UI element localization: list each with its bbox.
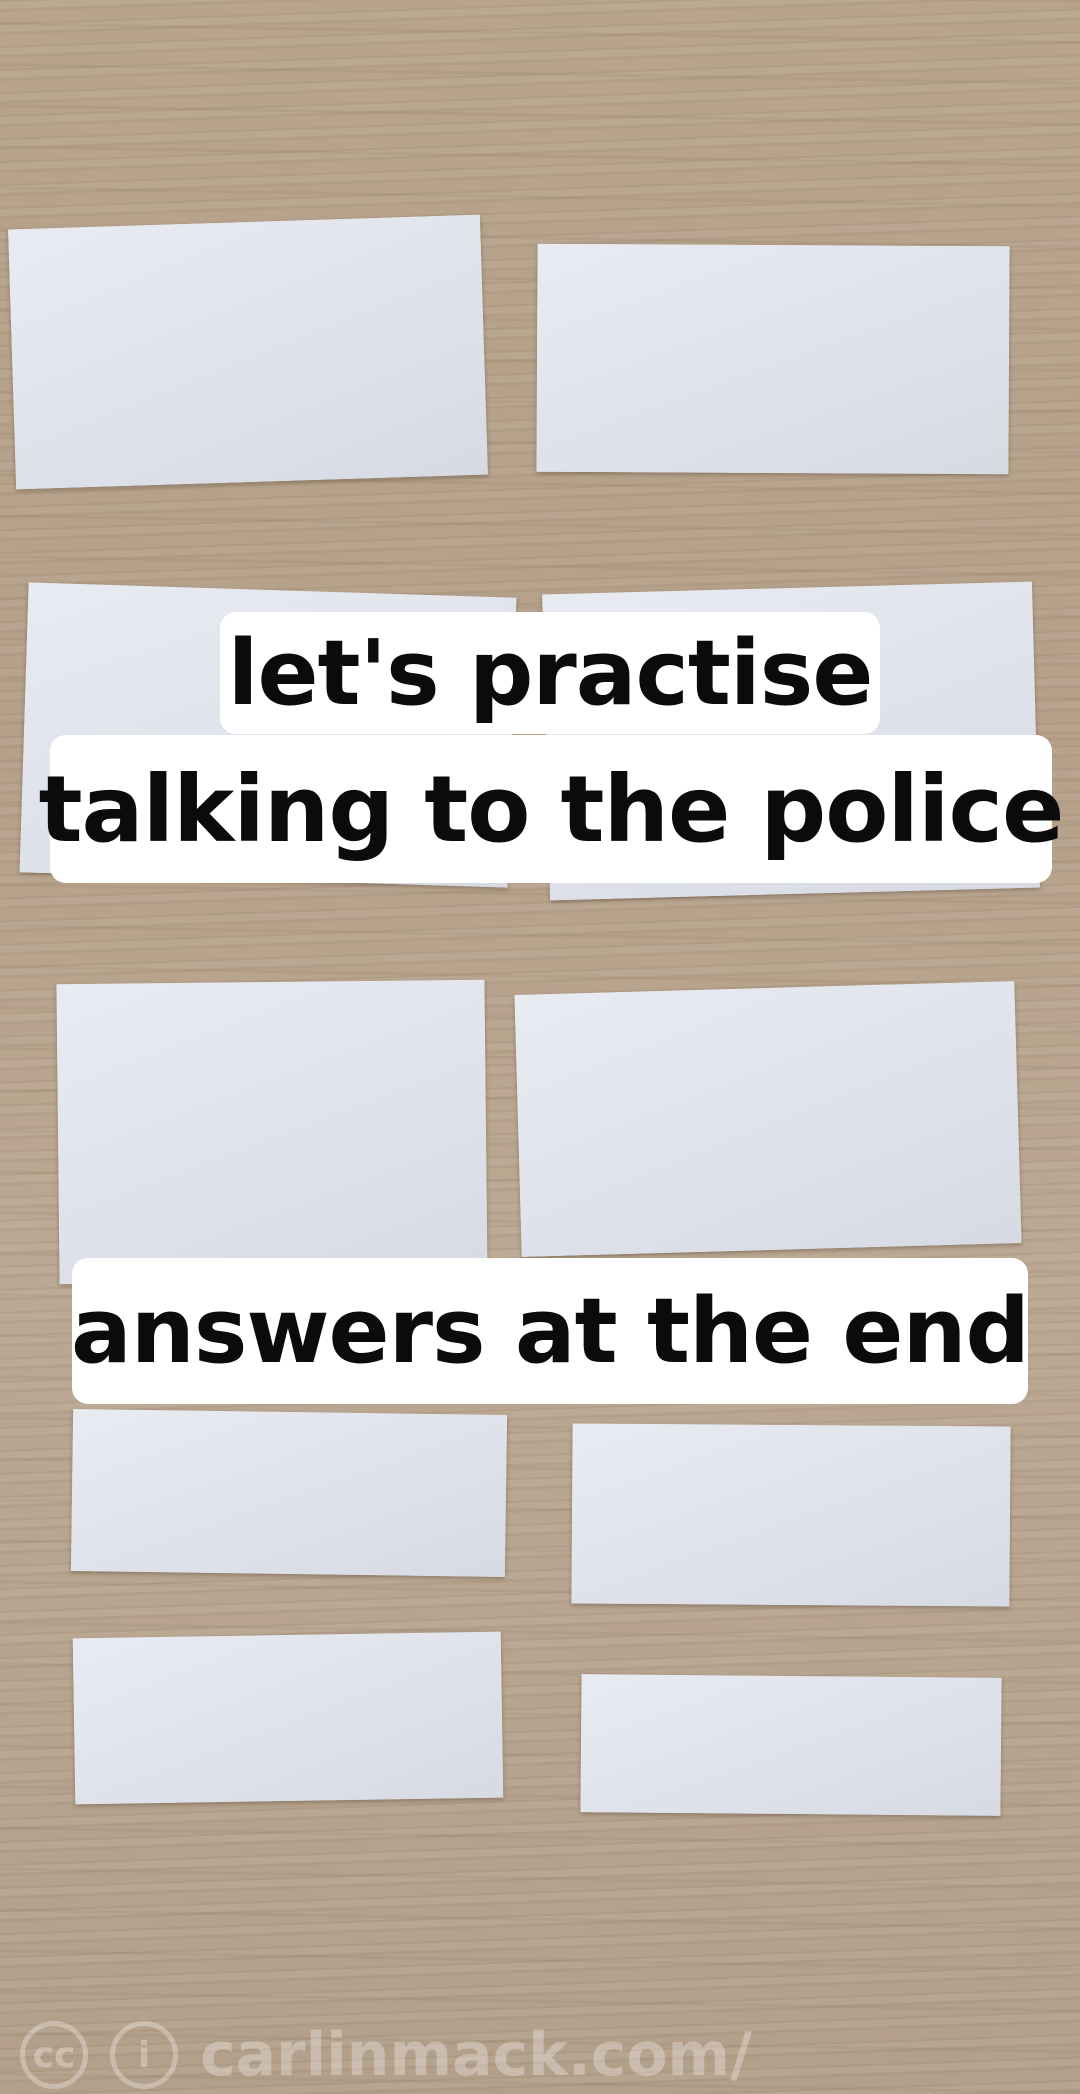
blank-card-5 xyxy=(56,979,488,1285)
blank-card-6 xyxy=(514,981,1022,1257)
blank-card-2 xyxy=(536,243,1010,475)
caption-line-1: let's practise xyxy=(220,612,880,734)
blank-card-8 xyxy=(571,1423,1011,1607)
blank-card-7 xyxy=(70,1408,508,1578)
caption-line-3: answers at the end xyxy=(71,1258,1030,1404)
caption-line-2: talking to the police xyxy=(39,735,1064,883)
cc-icon: cc xyxy=(20,2021,88,2089)
blank-card-1 xyxy=(8,214,488,490)
attribution-icon: i xyxy=(110,2021,178,2089)
blank-card-9 xyxy=(72,1631,504,1805)
watermark-site: carlinmack.com/ xyxy=(200,2020,752,2090)
blank-card-10 xyxy=(580,1674,1002,1816)
watermark: cc i carlinmack.com/ xyxy=(20,2020,752,2090)
